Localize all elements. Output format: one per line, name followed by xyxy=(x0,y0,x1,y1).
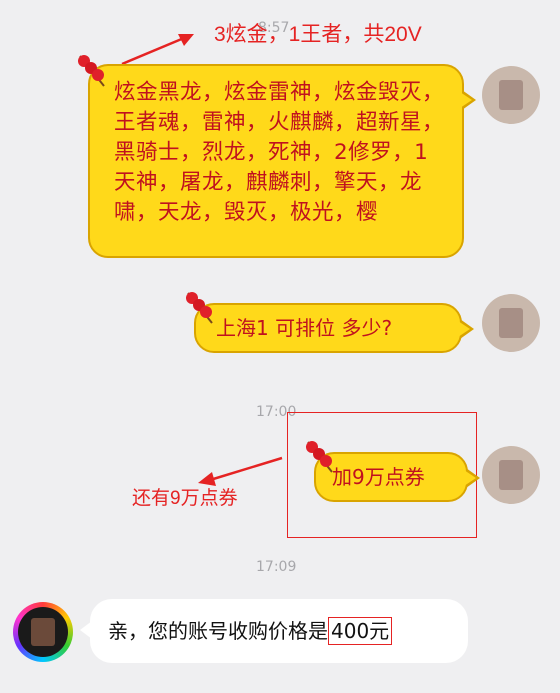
message-bubble-2: 上海1 可排位 多少? xyxy=(194,303,474,353)
timestamp-3: 17:09 xyxy=(256,559,297,575)
message-text-4: 亲，您的账号收购价格是 xyxy=(108,619,328,643)
message-bubble-1: 炫金黑龙，炫金雷神，炫金毁灭，王者魂，雷神，火麒麟，超新星，黑骑士，烈龙，死神，… xyxy=(88,64,476,258)
message-text-1: 炫金黑龙，炫金雷神，炫金毁灭，王者魂，雷神，火麒麟，超新星，黑骑士，烈龙，死神，… xyxy=(114,80,445,225)
avatar xyxy=(482,66,540,124)
message-text-3: 加9万点券 xyxy=(332,465,425,489)
annotation-middle: 还有9万点券 xyxy=(132,488,238,509)
avatar xyxy=(13,602,73,662)
candy-icon xyxy=(306,441,333,473)
message-bubble-4: 亲，您的账号收购价格是 400元 xyxy=(80,599,468,663)
annotation-arrow-middle xyxy=(198,456,283,486)
avatar xyxy=(482,446,540,504)
price-highlight: 400元 xyxy=(328,617,393,645)
annotation-top: 3炫金，1王者，共20V xyxy=(214,23,422,46)
avatar xyxy=(482,294,540,352)
candy-icon xyxy=(78,55,105,87)
candy-icon xyxy=(186,292,213,324)
annotation-arrow-top xyxy=(121,34,194,66)
message-text-2: 上海1 可排位 多少? xyxy=(216,316,393,340)
